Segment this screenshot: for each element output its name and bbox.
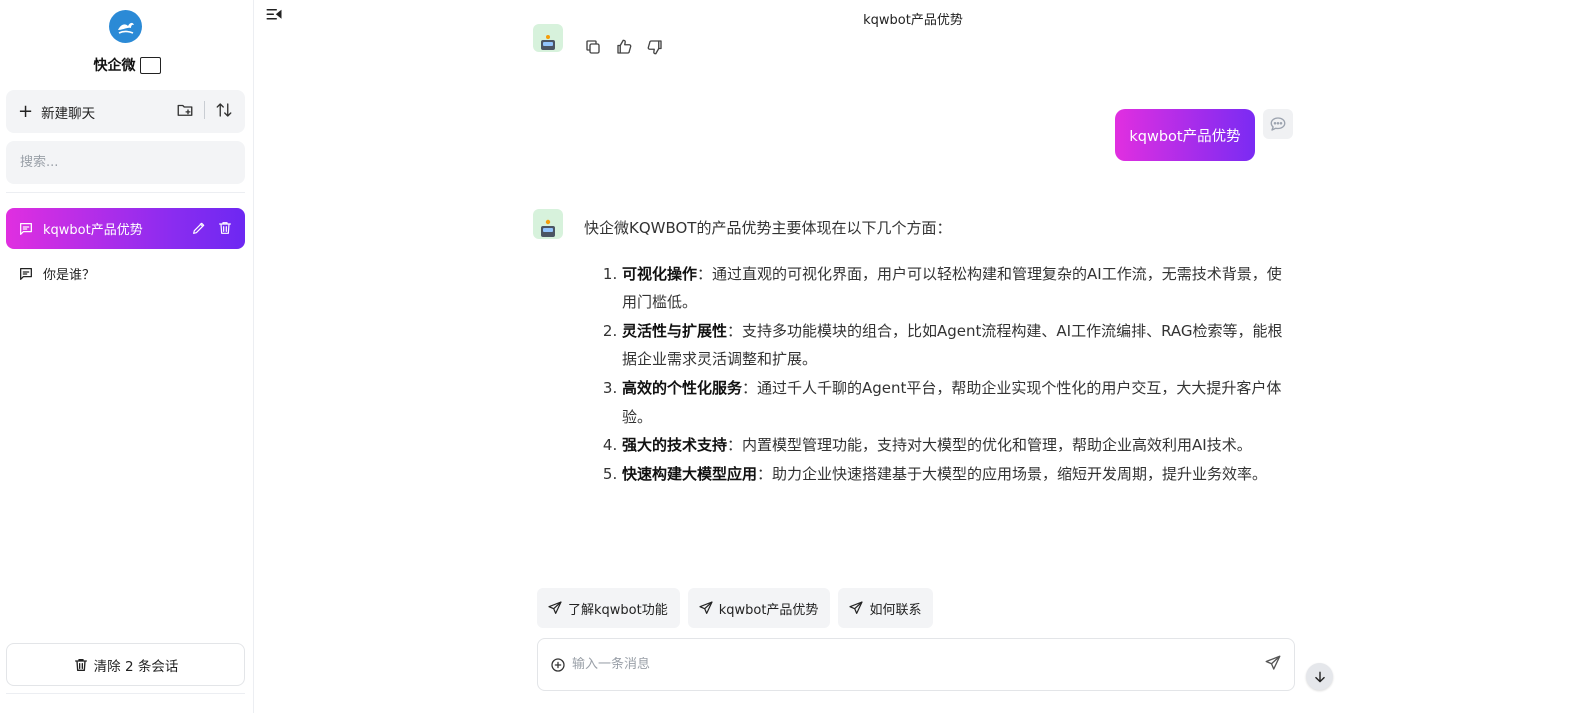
new-chat-actions <box>176 101 233 119</box>
actions-divider <box>204 101 205 119</box>
user-message-text: kqwbot产品优势 <box>1129 128 1241 145</box>
clear-conversations-button[interactable]: 清除 2 条会话 <box>6 643 245 686</box>
user-avatar <box>1263 109 1293 139</box>
conversation-title: kqwbot产品优势 <box>43 223 143 238</box>
message-actions <box>584 38 664 56</box>
suggestion-chips: 了解kqwbot功能 kqwbot产品优势 如何联系 <box>537 588 934 628</box>
user-message-bubble: kqwbot产品优势 <box>1115 109 1255 161</box>
answer-item-text: ：助力企业快速搭建基于大模型的应用场景，缩短开发周期，提升业务效率。 <box>757 464 1268 483</box>
conversation-item[interactable]: 你是谁？ <box>6 253 245 294</box>
answer-intro: 快企微KQWBOT的产品优势主要体现在以下几个方面： <box>584 219 952 237</box>
suggestion-label: 了解kqwbot功能 <box>568 602 668 618</box>
answer-item-title: 快速构建大模型应用 <box>622 464 758 483</box>
sidebar-footer-divider <box>6 693 245 694</box>
message-composer <box>537 638 1295 691</box>
conversation-title: 你是谁？ <box>43 268 96 283</box>
send-icon <box>547 600 563 616</box>
scroll-to-bottom-button[interactable] <box>1306 663 1333 690</box>
plus-icon: + <box>18 100 34 122</box>
chat-icon <box>18 221 34 237</box>
suggestion-chip-learn-features[interactable]: 了解kqwbot功能 <box>537 588 680 628</box>
answer-item-title: 灵活性与扩展性 <box>622 321 728 340</box>
bot-answer: 快企微KQWBOT的产品优势主要体现在以下几个方面： 可视化操作：通过直观的可视… <box>584 214 1284 488</box>
thumbs-up-icon[interactable] <box>615 38 633 56</box>
brand-title: 快企微 <box>0 55 254 75</box>
answer-item: 快速构建大模型应用：助力企业快速搭建基于大模型的应用场景，缩短开发周期，提升业务… <box>622 460 1284 489</box>
answer-item: 强大的技术支持：内置模型管理功能，支持对大模型的优化和管理，帮助企业高效利用AI… <box>622 431 1284 460</box>
suggestion-label: kqwbot产品优势 <box>718 602 819 618</box>
trash-icon <box>73 657 89 673</box>
sidebar: 快企微 + 新建聊天 kqwbot产品优势 <box>0 0 254 713</box>
message-input[interactable] <box>572 657 1294 672</box>
answer-item: 灵活性与扩展性：支持多功能模块的组合，比如Agent流程构建、AI工作流编排、R… <box>622 317 1284 374</box>
add-attachment-icon[interactable] <box>550 657 566 673</box>
bot-avatar <box>533 24 563 52</box>
thumbs-down-icon[interactable] <box>646 38 664 56</box>
search-input[interactable] <box>6 141 245 184</box>
suggestion-label: 如何联系 <box>869 602 922 618</box>
brand-box-icon <box>139 56 161 74</box>
chat-icon <box>18 266 34 282</box>
chat-title: kqwbot产品优势 <box>863 13 963 28</box>
arrow-down-icon <box>1313 670 1327 684</box>
sort-icon[interactable] <box>215 101 233 119</box>
answer-item: 高效的个性化服务：通过千人千聊的Agent平台，帮助企业实现个性化的用户交互，大… <box>622 374 1284 431</box>
brand-name: 快企微 <box>93 58 136 74</box>
answer-item-title: 强大的技术支持 <box>622 436 728 455</box>
suggestion-chip-contact[interactable]: 如何联系 <box>838 588 934 628</box>
delete-icon[interactable] <box>217 220 233 236</box>
sidebar-divider <box>6 192 245 193</box>
send-icon <box>848 600 864 616</box>
send-button-icon[interactable] <box>1264 654 1282 672</box>
clear-label: 清除 2 条会话 <box>93 658 179 675</box>
answer-item: 可视化操作：通过直观的可视化界面，用户可以轻松构建和管理复杂的AI工作流，无需技… <box>622 260 1284 317</box>
copy-icon[interactable] <box>584 38 602 56</box>
answer-list: 可视化操作：通过直观的可视化界面，用户可以轻松构建和管理复杂的AI工作流，无需技… <box>584 260 1284 489</box>
answer-item-title: 可视化操作 <box>622 264 698 283</box>
new-folder-icon[interactable] <box>176 101 194 119</box>
conversation-item-active[interactable]: kqwbot产品优势 <box>6 208 245 249</box>
new-chat-button[interactable]: + 新建聊天 <box>6 90 245 133</box>
send-icon <box>698 600 714 616</box>
suggestion-chip-product-advantages[interactable]: kqwbot产品优势 <box>687 588 831 628</box>
answer-item-text: ：通过直观的可视化界面，用户可以轻松构建和管理复杂的AI工作流，无需技术背景，使… <box>622 264 1282 312</box>
new-chat-label: 新建聊天 <box>41 105 96 122</box>
answer-item-text: ：内置模型管理功能，支持对大模型的优化和管理，帮助企业高效利用AI技术。 <box>727 436 1252 455</box>
bot-avatar <box>533 209 563 239</box>
conversation-tools <box>191 220 233 236</box>
kqwbot-logo <box>109 10 142 43</box>
answer-item-title: 高效的个性化服务 <box>622 378 743 397</box>
edit-icon[interactable] <box>191 220 207 236</box>
